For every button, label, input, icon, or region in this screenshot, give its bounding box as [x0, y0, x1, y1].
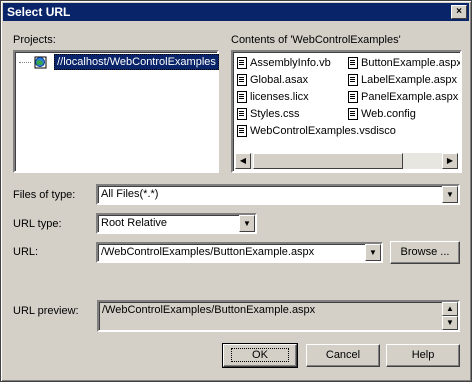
vertical-scrollbar[interactable]: ▲ ▼ — [442, 302, 458, 330]
tree-connector — [19, 61, 31, 63]
ok-button[interactable]: OK — [222, 343, 298, 368]
file-item[interactable]: ButtonExample.aspx — [348, 55, 462, 71]
files-of-type-select[interactable]: All Files(*.*) ▼ — [96, 184, 460, 205]
file-icon — [237, 108, 247, 121]
scroll-up-button[interactable]: ▲ — [442, 302, 458, 316]
file-name: Styles.css — [250, 108, 300, 120]
chevron-down-icon[interactable]: ▼ — [442, 186, 458, 203]
file-name: licenses.licx — [250, 91, 309, 103]
file-item[interactable]: WebControlExamples.vsdisco — [237, 123, 396, 139]
browse-button-label: Browse ... — [400, 246, 450, 258]
cancel-button-label: Cancel — [325, 349, 361, 361]
file-name: LabelExample.aspx — [361, 74, 458, 86]
url-value: /WebControlExamples/ButtonExample.aspx — [101, 246, 315, 258]
url-type-select[interactable]: Root Relative ▼ — [96, 213, 257, 234]
scroll-right-button[interactable]: ▶ — [442, 153, 458, 169]
file-icon — [237, 91, 247, 104]
file-name: AssemblyInfo.vb — [250, 57, 331, 69]
select-url-dialog: Select URL × Projects: //localhost/WebCo… — [0, 0, 472, 382]
file-item[interactable]: Global.asax — [237, 72, 308, 88]
file-name: Web.config — [361, 108, 416, 120]
url-type-value: Root Relative — [101, 217, 168, 229]
cancel-button[interactable]: Cancel — [306, 344, 380, 367]
horizontal-scrollbar[interactable]: ◀ ▶ — [235, 153, 458, 169]
files-of-type-label: Files of type: — [13, 189, 76, 201]
file-icon — [348, 108, 358, 121]
help-button-label: Help — [411, 349, 435, 361]
projects-label: Projects: — [13, 34, 56, 46]
files-of-type-value: All Files(*.*) — [101, 188, 159, 200]
browse-button[interactable]: Browse ... — [390, 241, 460, 264]
file-name: ButtonExample.aspx — [361, 57, 462, 69]
ok-button-label: OK — [231, 348, 289, 362]
close-icon: × — [456, 6, 462, 17]
file-item[interactable]: AssemblyInfo.vb — [237, 55, 331, 71]
contents-list[interactable]: AssemblyInfo.vb ButtonExample.aspx Globa… — [231, 50, 462, 173]
dialog-title: Select URL — [7, 5, 71, 19]
file-item[interactable]: Styles.css — [237, 106, 300, 122]
url-preview-label: URL preview: — [13, 305, 79, 317]
projects-tree[interactable]: //localhost/WebControlExamples — [13, 50, 219, 173]
scroll-down-button[interactable]: ▼ — [442, 316, 458, 330]
chevron-down-icon[interactable]: ▼ — [239, 215, 255, 232]
url-label: URL: — [13, 246, 39, 258]
file-name: PanelExample.aspx — [361, 91, 459, 103]
scroll-left-button[interactable]: ◀ — [235, 153, 251, 169]
url-combobox[interactable]: /WebControlExamples/ButtonExample.aspx ▼ — [96, 242, 383, 263]
tree-item-project[interactable]: //localhost/WebControlExamples — [19, 53, 219, 71]
file-item[interactable]: Web.config — [348, 106, 416, 122]
file-icon — [348, 91, 358, 104]
file-icon — [237, 125, 247, 138]
chevron-down-icon[interactable]: ▼ — [365, 244, 381, 261]
close-button[interactable]: × — [451, 5, 467, 19]
scroll-thumb[interactable] — [253, 153, 403, 169]
file-icon — [237, 74, 247, 87]
file-name: Global.asax — [250, 74, 309, 86]
file-icon — [237, 57, 247, 70]
file-icon — [348, 74, 358, 87]
contents-label: Contents of 'WebControlExamples' — [231, 34, 401, 46]
web-project-icon — [34, 56, 47, 69]
file-name: WebControlExamples.vsdisco — [250, 125, 396, 137]
title-bar[interactable]: Select URL × — [3, 3, 469, 21]
file-item[interactable]: PanelExample.aspx — [348, 89, 458, 105]
file-icon — [348, 57, 358, 70]
url-preview-value: /WebControlExamples/ButtonExample.aspx — [102, 304, 316, 316]
file-item[interactable]: LabelExample.aspx — [348, 72, 457, 88]
url-type-label: URL type: — [13, 218, 62, 230]
file-item[interactable]: licenses.licx — [237, 89, 309, 105]
help-button[interactable]: Help — [386, 344, 460, 367]
url-preview-box: /WebControlExamples/ButtonExample.aspx ▲… — [97, 300, 460, 332]
project-label: //localhost/WebControlExamples — [54, 53, 219, 70]
